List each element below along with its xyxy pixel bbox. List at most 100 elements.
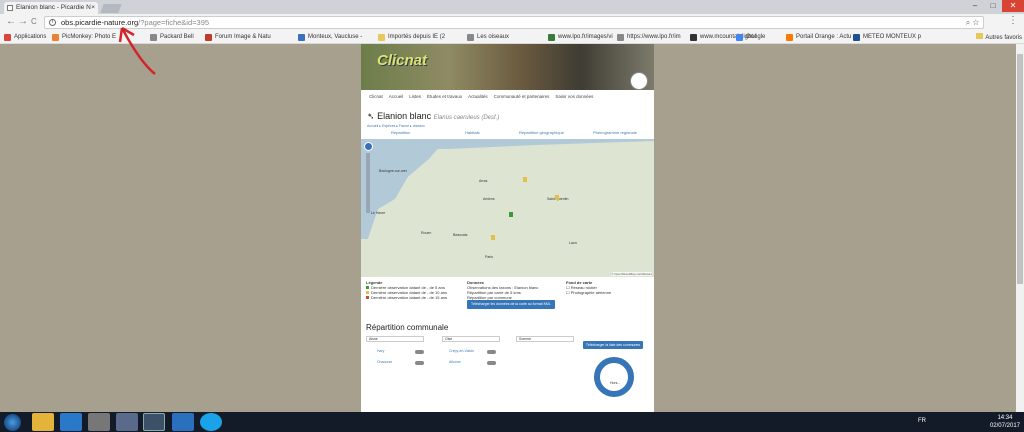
skype-icon[interactable] <box>200 413 222 431</box>
bookmark-item[interactable]: Google <box>736 33 765 42</box>
bookmark-label: https://www.lpo.fr/im <box>627 34 681 40</box>
chrome-icon[interactable] <box>143 413 165 431</box>
bookmark-item[interactable]: https://www.lpo.fr/im <box>617 33 681 42</box>
department-select[interactable]: Oise <box>442 336 500 342</box>
legend-label: Dernière observation datant de - de 15 a… <box>371 295 448 300</box>
site-nav: Clicnat Accueil Listes Études et travaux Act… <box>361 92 654 102</box>
bookmark-favicon-icon <box>4 34 11 41</box>
bookmark-other-folder[interactable]: Autres favoris <box>976 33 1022 43</box>
breadcrumb[interactable]: Accueil ▸ Espèces ▸ Faune ▸ oiseaux <box>367 124 425 128</box>
city-label: Arras <box>479 179 488 183</box>
reload-button[interactable]: C <box>31 16 37 28</box>
site-nav-item[interactable]: Listes <box>409 92 421 102</box>
site-nav-item[interactable]: Études et travaux <box>427 92 462 102</box>
region-seal-icon <box>630 72 648 90</box>
address-bar[interactable]: i obs.picardie-nature.org/?page=fiche&id… <box>44 16 984 29</box>
bookmark-favicon-icon <box>52 34 59 41</box>
commune-link[interactable]: Allonne <box>449 360 461 364</box>
search-star-icon[interactable]: ⌕ ☆ <box>966 17 979 28</box>
clock-time: 14:34 <box>997 415 1013 421</box>
bookmark-item[interactable]: Monteux, Vaucluse - <box>298 33 362 42</box>
site-nav-item[interactable]: Saisir vos données <box>555 92 593 102</box>
map-copyright: © OpenStreetMap contributors <box>611 272 652 276</box>
basemap-panel: Fond de carte ☐ Réseau routier ☐ Photogra… <box>566 280 611 295</box>
bookmark-label: Applications <box>14 34 47 40</box>
commune-link[interactable]: Hary <box>377 349 384 353</box>
zoom-slider[interactable] <box>366 153 370 213</box>
tab-strip: Elanion blanc - Picardie N × – □ ✕ <box>0 0 1024 14</box>
species-name: Elanion blanc <box>377 111 432 121</box>
start-button[interactable] <box>4 414 21 431</box>
observation-marker[interactable] <box>555 195 559 200</box>
distribution-map[interactable]: Boulogne-sur-mer Arras Amiens Le Havre Beauv… <box>361 139 654 277</box>
clock-date: 02/07/2017 <box>989 423 1020 429</box>
tab-active[interactable]: Elanion blanc - Picardie N × <box>4 2 98 14</box>
department-select[interactable]: Somme <box>516 336 574 342</box>
app-icon[interactable] <box>116 413 138 431</box>
bookmark-favicon-icon <box>690 34 697 41</box>
bookmark-item[interactable]: Importés depuis IE (2 <box>378 33 445 42</box>
commune-link[interactable]: Crépy-en-Valois <box>449 349 474 353</box>
clock[interactable]: 14:34 02/07/2017 <box>990 414 1020 430</box>
new-tab-button[interactable] <box>100 4 122 13</box>
scrollbar-thumb[interactable] <box>1017 54 1023 284</box>
observation-marker[interactable] <box>523 177 527 182</box>
site-nav-item[interactable]: Clicnat <box>369 92 383 102</box>
legend-swatch <box>366 296 369 299</box>
maximize-button[interactable]: □ <box>984 0 1002 12</box>
bookmark-item[interactable]: Forum Image & Natu <box>205 33 271 42</box>
legend-item: Dernière observation datant de - de 15 a… <box>366 295 447 300</box>
observation-marker[interactable] <box>491 235 495 240</box>
bookmark-other-label: Autres favoris <box>985 35 1022 41</box>
file-explorer-icon[interactable] <box>32 413 54 431</box>
store-icon[interactable] <box>172 413 194 431</box>
legend-swatch <box>366 286 369 289</box>
bookmark-item[interactable]: Applications <box>4 33 46 42</box>
pan-control-icon[interactable] <box>364 142 373 151</box>
media-player-icon[interactable] <box>88 413 110 431</box>
window-controls: – □ ✕ <box>966 0 1024 12</box>
bookmark-item[interactable]: METEO MONTEUX p <box>853 33 921 42</box>
bookmark-item[interactable]: Portail Orange : Actu <box>786 33 851 42</box>
forward-button[interactable]: → <box>18 16 28 28</box>
map-tab[interactable]: Répartition géographique <box>519 130 564 135</box>
menu-icon[interactable]: ⋮ <box>1008 15 1018 26</box>
back-button[interactable]: ← <box>6 16 16 28</box>
commune-link[interactable]: Chaourse <box>377 360 392 364</box>
bookmark-favicon-icon <box>298 34 305 41</box>
donut-label: Hors... <box>610 381 621 385</box>
internet-explorer-icon[interactable] <box>60 413 82 431</box>
minimize-button[interactable]: – <box>966 0 984 12</box>
communal-distribution-title: Répartition communale <box>366 323 449 332</box>
page-scrollbar[interactable] <box>1016 44 1024 412</box>
commune-count-badge <box>415 361 424 365</box>
department-select[interactable]: Aisne <box>366 336 424 342</box>
download-communes-button[interactable]: Télécharger la liste des communes <box>583 341 643 349</box>
bookmark-label: Importés depuis IE (2 <box>388 34 446 40</box>
site-nav-item[interactable]: Actualités <box>468 92 488 102</box>
map-tab[interactable]: Habitats <box>465 130 480 135</box>
map-zoom-control[interactable] <box>364 142 373 218</box>
bookmark-favicon-icon <box>853 34 860 41</box>
bookmark-item[interactable]: www.lpo.fr/images/vi <box>548 33 613 42</box>
site-logo[interactable]: Clicnat <box>377 52 427 69</box>
annotation-arrow-icon <box>118 26 156 75</box>
tab-close-icon[interactable]: × <box>91 2 95 14</box>
city-label: Beauvais <box>453 233 468 237</box>
info-icon[interactable]: i <box>49 19 56 26</box>
bookmark-favicon-icon <box>736 34 743 41</box>
download-kml-button[interactable]: Télécharger les données de la carte au f… <box>467 300 555 309</box>
site-nav-item[interactable]: Communauté et partenaires <box>494 92 550 102</box>
bookmark-item[interactable]: Les oiseaux <box>467 33 509 42</box>
map-tab[interactable]: Répartition <box>391 130 410 135</box>
commune-count-badge <box>487 350 496 354</box>
language-indicator[interactable]: FR <box>918 418 926 424</box>
basemap-option[interactable]: ☐ Photographie aérienne <box>566 290 611 295</box>
sea-area <box>361 139 446 239</box>
close-window-button[interactable]: ✕ <box>1002 0 1024 12</box>
site-nav-item[interactable]: Accueil <box>389 92 404 102</box>
observation-marker[interactable] <box>509 212 513 217</box>
bookmark-favicon-icon <box>378 34 385 41</box>
bookmark-item[interactable]: PicMonkey: Photo E <box>52 33 116 42</box>
map-tab[interactable]: Phénogramme régionale <box>593 130 637 135</box>
